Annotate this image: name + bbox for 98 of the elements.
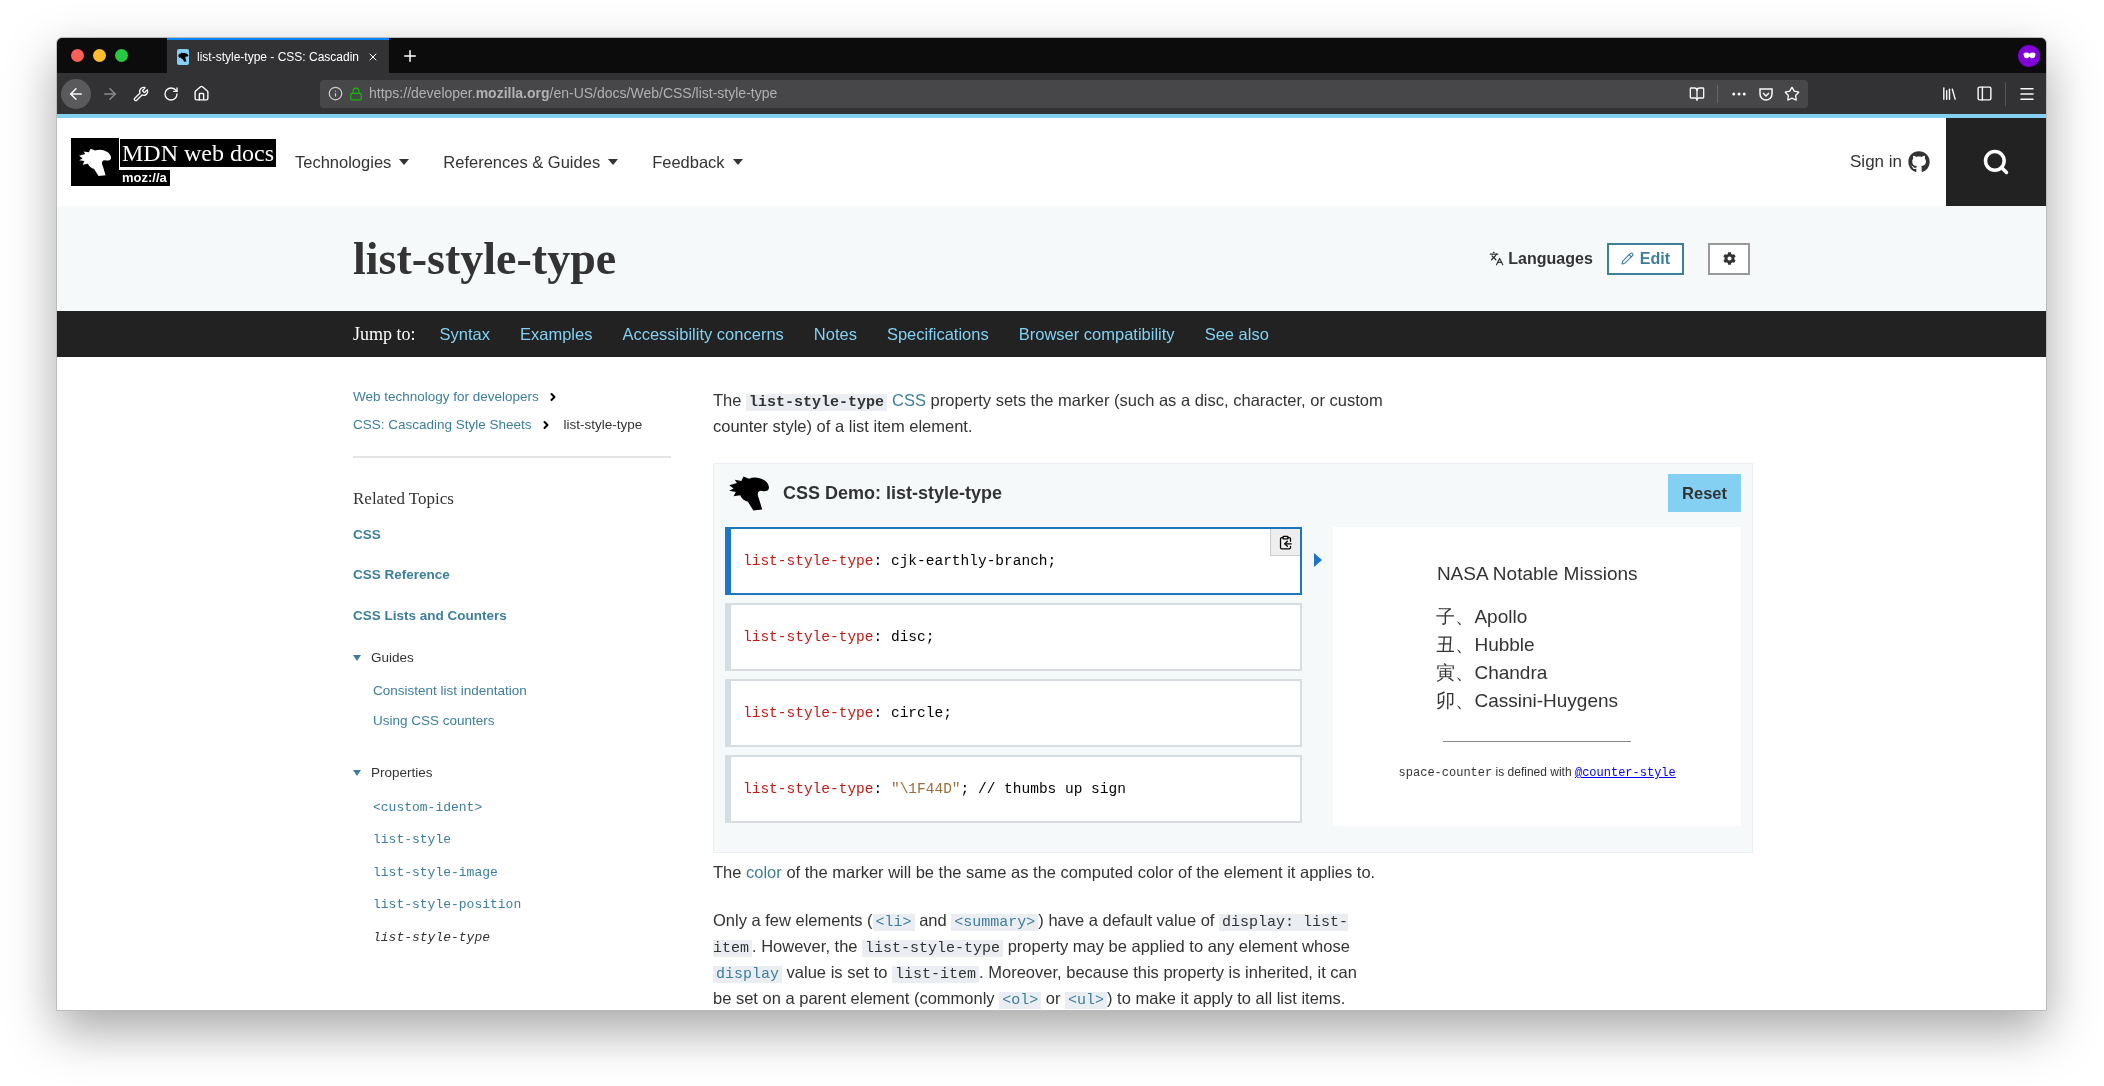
window-minimize-button[interactable] xyxy=(93,49,106,62)
play-arrow-icon xyxy=(1313,553,1322,567)
sidebar-sub-link[interactable]: list-style-type xyxy=(373,929,491,945)
sidebar-sub-link[interactable]: <custom-ident> xyxy=(373,799,483,815)
breadcrumb-current: list-style-type xyxy=(563,416,643,435)
settings-button[interactable] xyxy=(1708,242,1750,275)
css-code: list-style-type: circle; xyxy=(743,704,952,723)
tab-title: list-style-type - CSS: Cascadin xyxy=(197,48,360,66)
related-topics-heading: Related Topics xyxy=(353,487,455,510)
code-choice[interactable]: list-style-type: disc; xyxy=(725,603,1303,671)
body-paragraph: Only a few elements ( <li> and <summary> ) have a default value of display: list-item . However, the list-style-type property may be applied to any element whose display value is set to list-item . Moreover, because this property is inherited, it can be set on a parent element (commonly <ol> or <ul> ) to make it apply to all list items. xyxy=(713,910,1358,1010)
sidebar-sub-link[interactable]: Using CSS counters xyxy=(373,713,495,729)
sidebar-sub-link[interactable]: list-style-position xyxy=(373,897,522,913)
link[interactable]: color xyxy=(746,863,782,881)
css-code: list-style-type: disc; xyxy=(743,628,935,647)
back-button[interactable] xyxy=(61,78,91,109)
home-button[interactable] xyxy=(193,85,210,102)
nav-menu[interactable]: References & Guides xyxy=(443,149,619,175)
info-icon[interactable] xyxy=(328,86,343,101)
list-item: Cassini-Huygens xyxy=(1474,689,1619,713)
wrench-icon[interactable] xyxy=(133,85,149,102)
window-zoom-button[interactable] xyxy=(115,49,128,62)
list-item: Apollo xyxy=(1474,605,1528,629)
pencil-icon xyxy=(1620,252,1634,265)
code-link[interactable]: <ul> xyxy=(1065,992,1108,1009)
search-button[interactable] xyxy=(1946,118,2046,206)
reload-button[interactable] xyxy=(163,85,179,102)
sidebar-sub-link[interactable]: list-style xyxy=(373,832,451,848)
jump-link[interactable]: See also xyxy=(1204,321,1269,347)
jump-link[interactable]: Accessibility concerns xyxy=(622,321,784,347)
triangle-down-icon xyxy=(353,653,361,662)
copy-button[interactable] xyxy=(1270,529,1301,556)
caret-icon xyxy=(732,159,743,165)
search-icon xyxy=(1982,148,2010,176)
jump-link[interactable]: Notes xyxy=(813,321,857,347)
list-item: Chandra xyxy=(1474,661,1548,685)
jump-link[interactable]: Examples xyxy=(519,321,593,347)
gear-icon xyxy=(1722,252,1736,265)
code-choice[interactable]: list-style-type: cjk-earthly-branch; xyxy=(725,527,1303,595)
list-marker: 子、 xyxy=(1436,605,1475,629)
code-choice[interactable]: list-style-type: circle; xyxy=(725,679,1303,747)
css-code: list-style-type: "\1F44D"; // thumbs up sign xyxy=(743,780,1126,799)
demo-title: CSS Demo: list-style-type xyxy=(783,482,1003,505)
jump-link[interactable]: Specifications xyxy=(886,321,989,347)
sign-in-link[interactable]: Sign in xyxy=(1850,149,1902,175)
link[interactable]: @counter-style xyxy=(1574,766,1676,780)
star-icon[interactable] xyxy=(1784,85,1800,102)
sidebar-link[interactable]: CSS Reference xyxy=(353,555,450,596)
nav-menu[interactable]: Technologies xyxy=(295,149,410,175)
github-icon[interactable] xyxy=(1908,151,1930,173)
body-paragraph: The color of the marker will be the same as the computed color of the element it applies to. xyxy=(713,862,1377,883)
sidebar-icon[interactable] xyxy=(1976,85,1993,102)
jump-label: Jump to: xyxy=(353,322,416,346)
list-marker: 寅、 xyxy=(1436,661,1475,685)
code-choice[interactable]: list-style-type: "\1F44D"; // thumbs up sign xyxy=(725,755,1303,823)
caret-icon xyxy=(608,159,619,165)
reader-view-icon[interactable] xyxy=(1689,85,1705,102)
clipboard-icon xyxy=(1278,534,1294,550)
jump-link[interactable]: Browser compatibility xyxy=(1018,321,1175,347)
url-text: https://developer.mozilla.org/en-US/docs/Web/CSS/list-style-type xyxy=(369,84,779,103)
dinosaur-icon xyxy=(77,147,113,177)
sidebar-group-toggle[interactable]: Properties xyxy=(353,754,671,791)
code-link[interactable]: display xyxy=(713,966,782,983)
link[interactable]: CSS xyxy=(892,391,926,409)
code-link[interactable]: <summary> xyxy=(951,914,1039,931)
list-item: Hubble xyxy=(1474,633,1535,657)
nav-menu[interactable]: Feedback xyxy=(652,149,743,175)
private-browsing-icon xyxy=(2018,44,2040,67)
triangle-down-icon xyxy=(353,768,361,777)
output-note: space-counter is defined with @counter-style xyxy=(1398,764,1676,781)
reset-button[interactable]: Reset xyxy=(1668,474,1741,512)
languages-button[interactable]: Languages xyxy=(1489,246,1593,271)
address-bar[interactable]: https://developer.mozilla.org/en-US/docs/Web/CSS/list-style-type xyxy=(320,79,1808,108)
breadcrumb-link[interactable]: Web technology for developers xyxy=(353,387,539,408)
window-close-button[interactable] xyxy=(71,49,84,62)
sidebar-sub-link[interactable]: list-style-image xyxy=(373,864,498,880)
caret-icon xyxy=(399,159,410,165)
list-marker: 丑、 xyxy=(1436,633,1475,657)
code-link[interactable]: <ol> xyxy=(999,992,1042,1009)
edit-button[interactable]: Edit xyxy=(1606,242,1684,275)
jump-link[interactable]: Syntax xyxy=(439,321,490,347)
code-link[interactable]: <li> xyxy=(872,914,915,931)
sidebar-link[interactable]: CSS xyxy=(353,515,381,556)
page-title: list-style-type xyxy=(353,232,617,286)
library-icon[interactable] xyxy=(1941,85,1958,102)
lock-icon xyxy=(349,86,363,101)
output-heading: NASA Notable Missions xyxy=(1436,562,1638,586)
intro-paragraph: The list-style-type CSS property sets the marker (such as a disc, character, or custom counter style) of a list item element. xyxy=(713,390,1384,437)
dinosaur-icon xyxy=(727,474,771,512)
list-marker: 卯、 xyxy=(1436,689,1475,713)
sidebar-group-toggle[interactable]: Guides xyxy=(353,639,671,676)
browser-tab[interactable]: list-style-type - CSS: Cascadin xyxy=(167,38,389,73)
sidebar-link[interactable]: CSS Lists and Counters xyxy=(353,595,507,636)
sidebar-sub-link[interactable]: Consistent list indentation xyxy=(373,683,527,698)
languages-icon xyxy=(1489,251,1505,266)
breadcrumb-link[interactable]: CSS: Cascading Style Sheets xyxy=(353,415,532,436)
pocket-icon[interactable] xyxy=(1758,85,1774,102)
css-code: list-style-type: cjk-earthly-branch; xyxy=(743,552,1057,571)
